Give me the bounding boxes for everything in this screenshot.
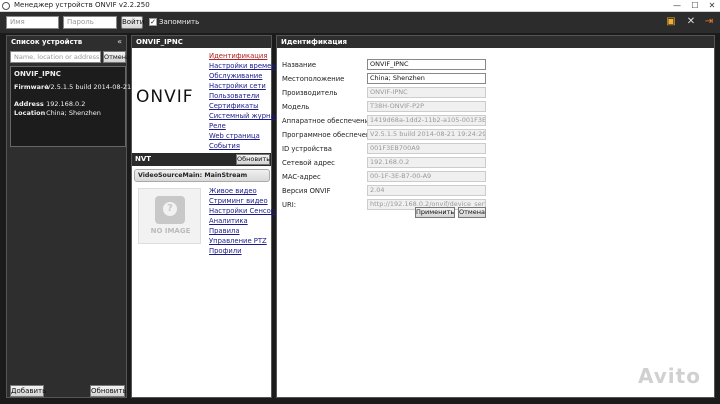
menu-rules[interactable]: Правила xyxy=(209,226,279,236)
question-icon: ? xyxy=(163,202,177,216)
mac-address-field: 00-1F-3E-B7-00-A9 xyxy=(367,171,486,182)
menu-identification[interactable]: Идентификация xyxy=(209,51,280,61)
camera-placeholder-icon: ? xyxy=(155,196,185,224)
video-source-tab[interactable]: VideoSourceMain: MainStream xyxy=(134,169,270,182)
device-search-input[interactable]: Name, location or address xyxy=(10,51,101,63)
manufacturer-field: ONVIF-IPNC xyxy=(367,87,486,98)
login-button[interactable]: Войти xyxy=(121,16,144,29)
hardware-label: Аппаратное обеспечение xyxy=(282,117,374,125)
maximize-button[interactable]: ☐ xyxy=(686,0,704,12)
close-button[interactable]: ✕ xyxy=(703,0,720,12)
hardware-field: 1419d68a-1dd2-11b2-a105-001F3EB700A9 xyxy=(367,115,486,126)
remember-checkbox[interactable]: ✓ xyxy=(149,18,157,26)
manufacturer-label: Производитель xyxy=(282,89,338,97)
identification-title: Идентификация xyxy=(277,36,714,48)
device-menu-panel: ONVIF_IPNC ONVIF Идентификация Настройки… xyxy=(131,35,280,398)
firmware-field: V2.5.1.5 build 2014-08-21 19:24:29 xyxy=(367,129,486,140)
onvif-logo: ONVIF xyxy=(136,87,194,107)
identification-panel: Идентификация Название ONVIF_IPNC Местоп… xyxy=(276,35,715,398)
menu-relays[interactable]: Реле xyxy=(209,121,280,131)
menu-network-settings[interactable]: Настройки сети xyxy=(209,81,280,91)
firmware-label: Программное обеспечение xyxy=(282,131,379,139)
device-address-row: Address 192.168.0.2 xyxy=(14,100,85,108)
minimize-button[interactable]: — xyxy=(668,0,686,12)
menu-users[interactable]: Пользователи xyxy=(209,91,280,101)
menu-sensor-settings[interactable]: Настройки Сенсора xyxy=(209,206,279,216)
device-id-label: ID устройства xyxy=(282,145,332,153)
menu-ptz-control[interactable]: Управление PTZ xyxy=(209,236,279,246)
remember-label: Запомнить xyxy=(159,18,200,26)
address-value: 192.168.0.2 xyxy=(46,100,86,108)
menu-certificates[interactable]: Сертификаты xyxy=(209,101,280,111)
apply-button[interactable]: Применить xyxy=(415,207,455,218)
window-title: Менеджер устройств ONVIF v2.2.250 xyxy=(14,1,150,9)
refresh-devices-button[interactable]: Обновить xyxy=(90,385,127,397)
location-value: China; Shenzhen xyxy=(46,109,101,117)
location-label: Местоположение xyxy=(282,75,345,83)
settings-tools-icon[interactable]: ✕ xyxy=(684,15,698,29)
network-address-field: 192.168.0.2 xyxy=(367,157,486,168)
network-address-label: Сетевой адрес xyxy=(282,159,335,167)
device-id-field: 001F3EB700A9 xyxy=(367,143,486,154)
address-label: Address xyxy=(14,100,44,108)
video-preview[interactable]: ? NO IMAGE xyxy=(138,188,201,244)
firmware-value: V2.5.1.5 build 2014-08-21 19: xyxy=(46,83,144,91)
search-cancel-button[interactable]: Отмена xyxy=(103,51,130,63)
device-name: ONVIF_IPNC xyxy=(14,70,61,78)
device-location-row: Location China; Shenzhen xyxy=(14,109,101,117)
onvif-version-field: 2.04 xyxy=(367,185,486,196)
video-menu: Живое видео Стриминг видео Настройки Сен… xyxy=(209,186,279,256)
menu-system-log[interactable]: Системный журнал xyxy=(209,111,280,121)
onvif-version-label: Версия ONVIF xyxy=(282,187,331,195)
menu-live-video[interactable]: Живое видео xyxy=(209,186,279,196)
username-input[interactable]: Имя xyxy=(6,16,59,29)
menu-events[interactable]: События xyxy=(209,141,280,151)
name-field[interactable]: ONVIF_IPNC xyxy=(367,59,486,70)
uri-label: URI: xyxy=(282,201,296,209)
password-input[interactable]: Пароль xyxy=(63,16,117,29)
location-field[interactable]: China; Shenzhen xyxy=(367,73,486,84)
model-field: T38H-ONVIF-P2P xyxy=(367,101,486,112)
device-list-item[interactable]: ONVIF_IPNC Firmware V2.5.1.5 build 2014-… xyxy=(10,66,144,147)
menu-time-settings[interactable]: Настройки времени xyxy=(209,61,280,71)
menu-web-page[interactable]: Web страница xyxy=(209,131,280,141)
firmware-label: Firmware xyxy=(14,83,49,91)
title-bar: Менеджер устройств ONVIF v2.2.250 — ☐ ✕ xyxy=(0,0,720,12)
app-icon xyxy=(2,2,10,10)
device-list-panel: Список устройств « Name, location or add… xyxy=(6,35,144,398)
model-label: Модель xyxy=(282,103,310,111)
mac-address-label: MAC-адрес xyxy=(282,173,321,181)
device-panel-title: ONVIF_IPNC xyxy=(132,36,271,48)
add-device-button[interactable]: Добавить xyxy=(10,385,46,397)
menu-analytics[interactable]: Аналитика xyxy=(209,216,279,226)
login-toolbar: Имя Пароль Войти ✓ Запомнить ▣ ✕ ⇥ xyxy=(0,12,720,33)
image-icon[interactable]: ▣ xyxy=(664,15,678,29)
location-label: Location xyxy=(14,109,46,117)
device-menu: Идентификация Настройки времени Обслужив… xyxy=(209,51,280,151)
name-label: Название xyxy=(282,61,317,69)
menu-video-streaming[interactable]: Стриминг видео xyxy=(209,196,279,206)
device-list-title: Список устройств xyxy=(7,36,126,48)
menu-profiles[interactable]: Профили xyxy=(209,246,279,256)
avito-watermark: Avito xyxy=(638,364,701,388)
cancel-button[interactable]: Отмена xyxy=(458,207,486,218)
nvt-refresh-button[interactable]: Обновить xyxy=(236,154,270,165)
menu-maintenance[interactable]: Обслуживание xyxy=(209,71,280,81)
no-image-caption: NO IMAGE xyxy=(150,227,191,235)
device-firmware-row: Firmware V2.5.1.5 build 2014-08-21 19: xyxy=(14,83,144,91)
exit-icon[interactable]: ⇥ xyxy=(702,15,716,29)
collapse-icon[interactable]: « xyxy=(117,36,122,48)
